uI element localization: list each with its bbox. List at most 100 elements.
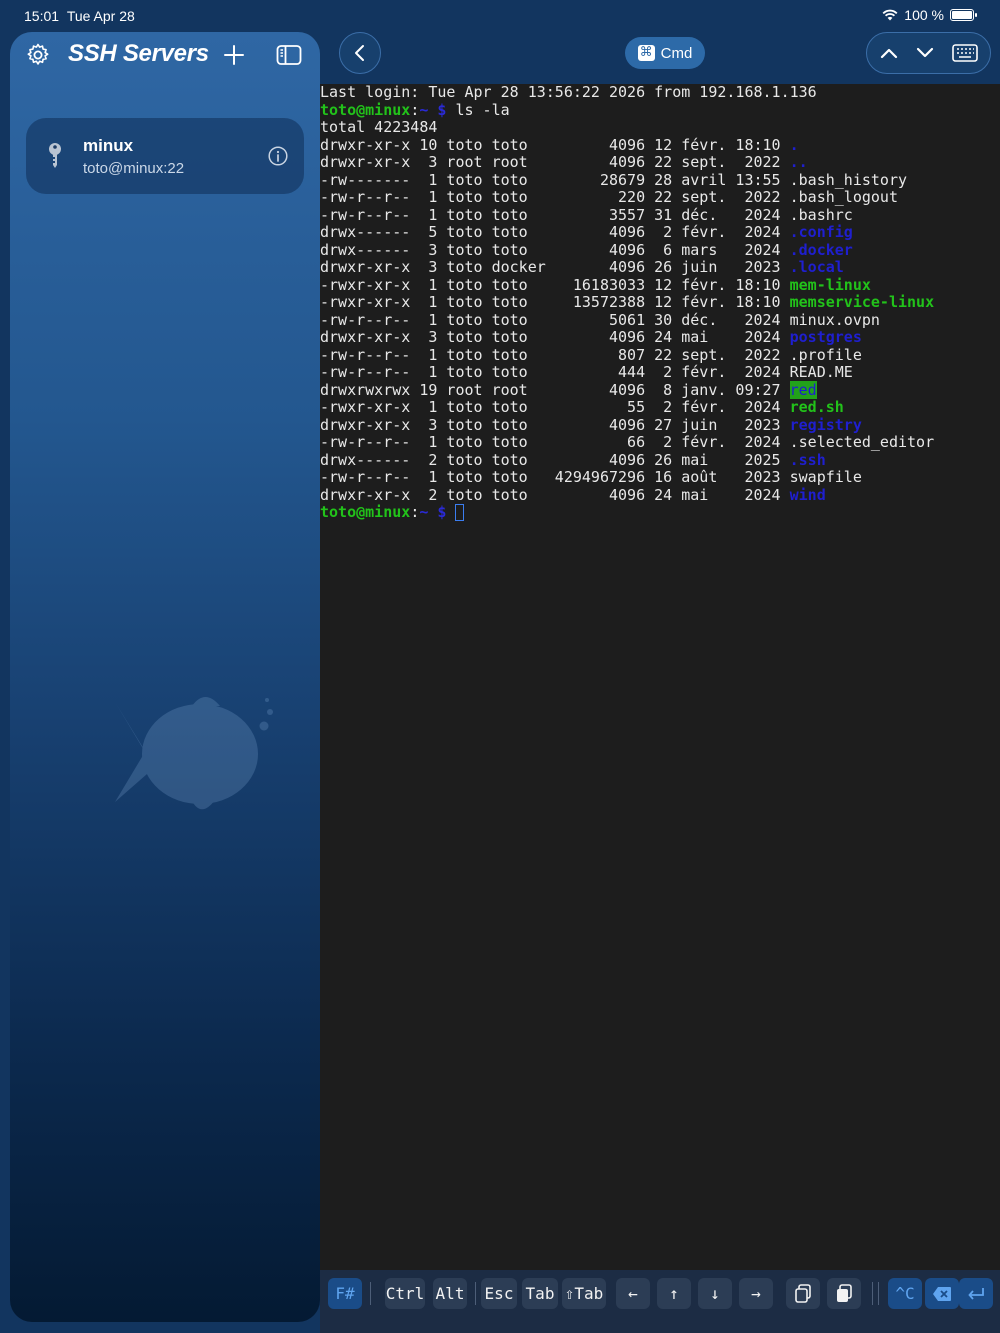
keyboard-icon[interactable] [952, 44, 978, 62]
file-meta: drwx------ 5 toto toto 4096 2 févr. 2024 [320, 223, 790, 241]
cmd-label: Cmd [660, 44, 693, 62]
ls-entry-row: -rw-r--r-- 1 toto toto 444 2 févr. 2024 … [320, 363, 1000, 382]
file-name: minux.ovpn [789, 310, 880, 329]
copy-icon[interactable] [786, 1278, 820, 1309]
return-icon[interactable] [959, 1278, 993, 1309]
battery-fill [952, 11, 972, 19]
file-meta: -rw-r--r-- 1 toto toto 66 2 févr. 2024 [320, 433, 790, 451]
plus-icon[interactable] [219, 40, 249, 70]
ls-entry-row: drwxr-xr-x 3 toto docker 4096 26 juin 20… [320, 258, 1000, 277]
ls-entry-row: -rw-r--r-- 1 toto toto 4294967296 16 aoû… [320, 468, 1000, 487]
paste-icon[interactable] [827, 1278, 861, 1309]
delete-icon[interactable] [925, 1278, 959, 1309]
file-name: swapfile [789, 468, 862, 486]
date: Tue Apr 28 [66, 8, 135, 24]
file-name: .selected_editor [789, 433, 935, 451]
ls-entry-row: drwxr-xr-x 3 root root 4096 22 sept. 202… [320, 153, 1000, 172]
file-meta: -rw------- 1 toto toto 28679 28 avril 13… [320, 170, 790, 189]
sidebar-toggle-icon[interactable] [274, 40, 304, 70]
ls-entry-row: drwxrwxrwx 19 root root 4096 8 janv. 09:… [320, 380, 1000, 400]
file-meta: -rw-r--r-- 1 toto toto 220 22 sept. 2022 [320, 188, 790, 206]
file-name: READ.ME [789, 363, 853, 381]
file-meta: drwxr-xr-x 3 root root 4096 22 sept. 202… [320, 153, 790, 171]
prompt-separator: : [410, 503, 420, 521]
file-meta: drwxr-xr-x 3 toto toto 4096 24 mai 2024 [320, 328, 790, 346]
key-right-arrow[interactable]: → [739, 1278, 773, 1309]
ls-entry-row: drwx------ 5 toto toto 4096 2 févr. 2024… [320, 223, 1000, 242]
ls-entry-row: drwxr-xr-x 2 toto toto 4096 24 mai 2024 … [320, 485, 1000, 505]
key-ctrl[interactable]: Ctrl [385, 1278, 425, 1309]
sidebar-header: SSH Servers [10, 32, 320, 78]
ls-entry-row: -rw-r--r-- 1 toto toto 220 22 sept. 2022… [320, 188, 1000, 207]
file-meta: -rwxr-xr-x 1 toto toto 16183033 12 févr.… [320, 275, 790, 294]
file-name: .config [789, 223, 853, 241]
file-name: mem-linux [789, 275, 871, 294]
status-indicators: 100 % [882, 7, 977, 23]
file-meta: -rw-r--r-- 1 toto toto 444 2 févr. 2024 [320, 363, 790, 381]
file-name: registry [789, 415, 862, 434]
key-shift-tab[interactable]: ⇧Tab [562, 1278, 606, 1309]
file-meta: drwxr-xr-x 3 toto docker 4096 26 juin 20… [320, 258, 790, 276]
info-icon[interactable] [268, 146, 288, 171]
key-divider [475, 1282, 476, 1305]
file-name: .docker [789, 240, 853, 259]
prompt-line: toto@minux:~ $ ls -la [320, 100, 1000, 120]
file-name: .local [789, 258, 844, 276]
file-meta: -rw-r--r-- 1 toto toto 4294967296 16 aoû… [320, 468, 790, 486]
key-alt[interactable]: Alt [433, 1278, 467, 1309]
key-down-arrow[interactable]: ↓ [698, 1278, 732, 1309]
back-button[interactable] [339, 32, 381, 74]
total-line: total 4223484 [320, 118, 438, 136]
ls-entry-row: -rwxr-xr-x 1 toto toto 55 2 févr. 2024 r… [320, 398, 1000, 417]
fish-logo-icon [115, 697, 273, 810]
prompt-separator: : [410, 100, 420, 119]
file-name: .bash_history [789, 170, 908, 189]
file-meta: drwxrwxrwx 19 root root 4096 8 janv. 09:… [320, 380, 790, 399]
cmd-button[interactable]: ⌘ Cmd [625, 37, 705, 69]
ls-entry-row: -rw-r--r-- 1 toto toto 807 22 sept. 2022… [320, 345, 1000, 365]
ls-entry-row: drwxr-xr-x 3 toto toto 4096 24 mai 2024 … [320, 328, 1000, 347]
ls-entry-row: -rwxr-xr-x 1 toto toto 13572388 12 févr.… [320, 293, 1000, 312]
key-function[interactable]: F# [328, 1278, 362, 1309]
chevron-down-icon[interactable] [915, 46, 935, 60]
terminal-nav-group [866, 32, 991, 74]
command-text: ls -la [446, 100, 510, 119]
server-card-minux[interactable]: minux toto@minux:22 [26, 118, 304, 194]
file-meta: -rwxr-xr-x 1 toto toto 55 2 févr. 2024 [320, 398, 790, 416]
key-up-arrow[interactable]: ↑ [657, 1278, 691, 1309]
file-meta: -rw-r--r-- 1 toto toto 5061 30 déc. 2024 [320, 310, 790, 329]
file-name: .profile [789, 345, 862, 364]
key-divider [878, 1282, 879, 1305]
terminal-output[interactable]: Last login: Tue Apr 28 13:56:22 2026 fro… [320, 84, 1000, 1270]
file-name: .bash_logout [789, 188, 898, 206]
gear-icon[interactable] [23, 40, 53, 70]
file-meta: -rwxr-xr-x 1 toto toto 13572388 12 févr.… [320, 293, 790, 311]
terminal-cursor [455, 504, 465, 521]
file-name: .bashrc [789, 205, 853, 224]
ls-entry-row: drwx------ 3 toto toto 4096 6 mars 2024 … [320, 240, 1000, 260]
file-name: memservice-linux [789, 293, 935, 311]
key-tab[interactable]: Tab [522, 1278, 558, 1309]
file-meta: drwxr-xr-x 3 toto toto 4096 27 juin 2023 [320, 415, 790, 434]
status-time: 15:01 Tue Apr 28 [24, 8, 135, 24]
ls-entry-row: -rw-r--r-- 1 toto toto 5061 30 déc. 2024… [320, 310, 1000, 330]
file-meta: -rw-r--r-- 1 toto toto 3557 31 déc. 2024 [320, 205, 790, 224]
key-esc[interactable]: Esc [481, 1278, 517, 1309]
ls-entry-row: -rwxr-xr-x 1 toto toto 16183033 12 févr.… [320, 275, 1000, 295]
key-left-arrow[interactable]: ← [616, 1278, 650, 1309]
file-meta: drwx------ 3 toto toto 4096 6 mars 2024 [320, 240, 790, 259]
ls-entries: drwxr-xr-x 10 toto toto 4096 12 févr. 18… [320, 135, 1000, 505]
server-address: toto@minux:22 [83, 160, 185, 177]
key-ctrl-c[interactable]: ^C [888, 1278, 922, 1309]
ls-entry-row: -rw-r--r-- 1 toto toto 3557 31 déc. 2024… [320, 205, 1000, 225]
chevron-up-icon[interactable] [879, 46, 899, 60]
key-icon [48, 142, 62, 175]
clock: 15:01 [24, 8, 60, 24]
chevron-left-icon [355, 45, 364, 61]
ls-entry-row: drwxr-xr-x 10 toto toto 4096 12 févr. 18… [320, 135, 1000, 155]
battery-percent: 100 % [904, 7, 944, 23]
ls-entry-row: -rw-r--r-- 1 toto toto 66 2 févr. 2024 .… [320, 433, 1000, 452]
file-meta: drwxr-xr-x 10 toto toto 4096 12 févr. 18… [320, 135, 790, 154]
ls-entry-row: drwxr-xr-x 3 toto toto 4096 27 juin 2023… [320, 415, 1000, 435]
file-meta: drwxr-xr-x 2 toto toto 4096 24 mai 2024 [320, 485, 790, 504]
